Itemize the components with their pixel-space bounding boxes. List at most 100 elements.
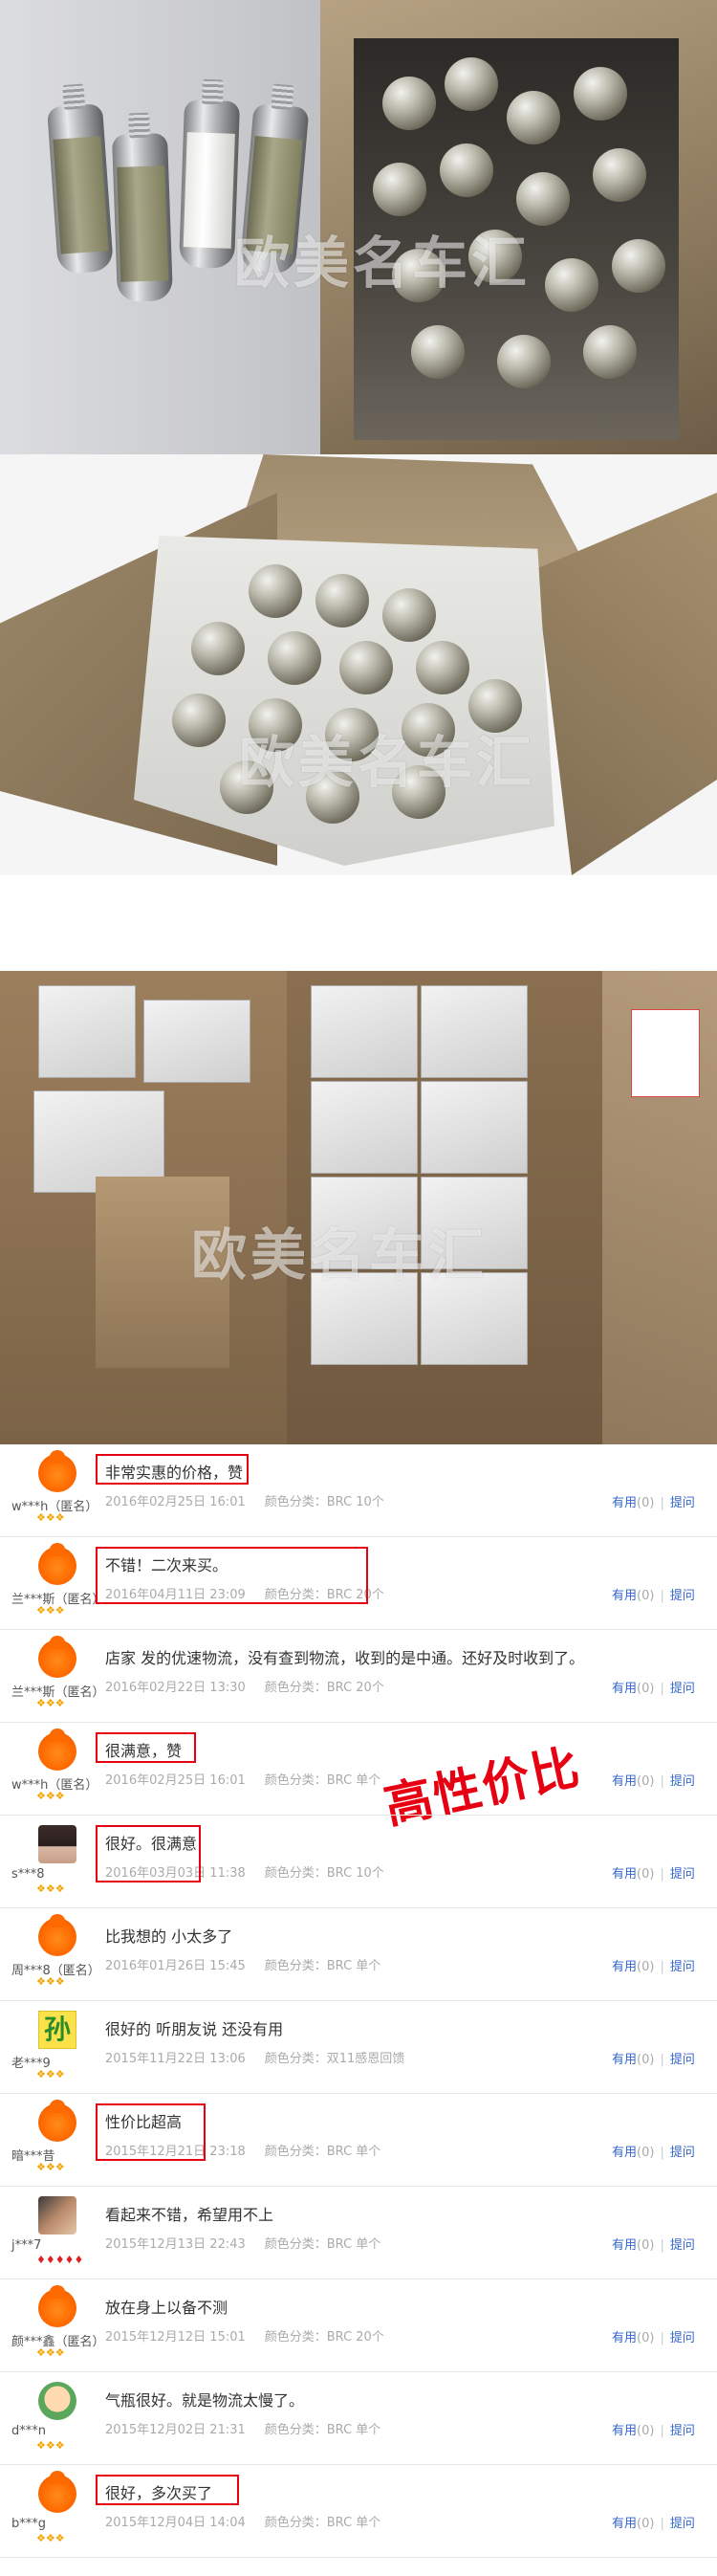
review-sku: 颜色分类：BRC 单个: [264, 1773, 381, 1788]
review-text: 比我想的 小太多了: [105, 1927, 233, 1946]
separator: |: [660, 1867, 664, 1882]
ask-button[interactable]: 提问: [670, 1496, 695, 1510]
product-photo-canisters: 欧美名车汇: [0, 0, 717, 454]
review-meta: 2016年02月25日 16:01 颜色分类：BRC 10个: [105, 1491, 384, 1509]
reviewer-level-icon: ❖❖❖: [36, 2068, 65, 2081]
avatar[interactable]: [38, 1636, 76, 1678]
review-sku: 颜色分类：BRC 10个: [264, 1495, 384, 1509]
product-photo-box-top: 欧美名车汇: [0, 454, 717, 875]
review-actions: 有用(0) | 提问: [612, 1585, 695, 1603]
avatar[interactable]: [38, 1450, 76, 1492]
white-box: [311, 1081, 418, 1174]
review-date: 2016年01月26日 15:45: [105, 1959, 246, 1973]
review-item: j***7 ♦♦♦♦♦ 看起来不错，希望用不上 2015年12月13日 22:43 颜色…: [0, 2187, 717, 2279]
avatar[interactable]: [38, 1825, 76, 1863]
ask-button[interactable]: 提问: [670, 2331, 695, 2345]
separator: |: [660, 1960, 664, 1974]
ask-button[interactable]: 提问: [670, 1682, 695, 1696]
ask-button[interactable]: 提问: [670, 1589, 695, 1603]
review-meta: 2015年12月02日 21:31 颜色分类：BRC 单个: [105, 2419, 380, 2437]
useful-count: (0): [637, 2517, 655, 2531]
review-sku: 颜色分类：BRC 10个: [264, 1866, 384, 1881]
review-item: d***n ❖❖❖ 气瓶很好。就是物流太慢了。 2015年12月02日 21:31 颜色…: [0, 2372, 717, 2465]
highlight-box: [96, 1547, 368, 1604]
review-sku: 颜色分类：BRC 单个: [264, 2516, 381, 2530]
review-sku: 颜色分类：BRC 单个: [264, 1959, 381, 1973]
useful-button[interactable]: 有用: [612, 1589, 637, 1603]
review-meta: 2015年12月12日 15:01 颜色分类：BRC 20个: [105, 2326, 384, 2345]
reviewer-name: b***g: [11, 2517, 47, 2531]
review-actions: 有用(0) | 提问: [612, 2420, 695, 2438]
useful-button[interactable]: 有用: [612, 2053, 637, 2067]
avatar[interactable]: [38, 1728, 76, 1771]
highlight-box: [96, 2475, 239, 2505]
review-item: s***8 ❖❖❖ 很好。很满意 2016年03月03日 11:38 颜色分类：BRC …: [0, 1816, 717, 1908]
avatar[interactable]: [38, 2100, 76, 2142]
ask-button[interactable]: 提问: [670, 2424, 695, 2438]
useful-count: (0): [637, 2053, 655, 2067]
useful-count: (0): [637, 2424, 655, 2438]
ask-button[interactable]: 提问: [670, 1960, 695, 1974]
useful-button[interactable]: 有用: [612, 1867, 637, 1882]
watermark: 欧美名车汇: [234, 231, 532, 296]
useful-button[interactable]: 有用: [612, 2517, 637, 2531]
useful-button[interactable]: 有用: [612, 1682, 637, 1696]
review-date: 2015年12月13日 22:43: [105, 2237, 246, 2252]
review-date: 2016年02月22日 13:30: [105, 1681, 246, 1695]
watermark: 欧美名车汇: [191, 1222, 489, 1288]
review-item: 孙老***9 ❖❖❖ 很好的 听朋友说 还没有用 2015年11月22日 13:06 颜…: [0, 2001, 717, 2094]
useful-count: (0): [637, 1867, 655, 1882]
avatar[interactable]: 孙: [38, 2011, 76, 2049]
review-actions: 有用(0) | 提问: [612, 2327, 695, 2345]
ask-button[interactable]: 提问: [670, 2517, 695, 2531]
review-text: 放在身上以备不测: [105, 2299, 228, 2317]
review-text: 店家 发的优速物流，没有查到物流，收到的是中通。还好及时收到了。: [105, 1649, 585, 1667]
useful-count: (0): [637, 1682, 655, 1696]
ask-button[interactable]: 提问: [670, 1867, 695, 1882]
reviewer-level-icon: ❖❖❖: [36, 1697, 65, 1709]
useful-button[interactable]: 有用: [612, 2238, 637, 2253]
reviewer-level-icon: ❖❖❖: [36, 1511, 65, 1524]
review-item: 兰***斯（匿名） ❖❖❖ 店家 发的优速物流，没有查到物流，收到的是中通。还好及时…: [0, 1630, 717, 1723]
reviewer-level-icon: ♦♦♦♦♦: [36, 2254, 84, 2266]
white-box: [143, 1000, 250, 1083]
white-box: [38, 985, 136, 1078]
useful-button[interactable]: 有用: [612, 2331, 637, 2345]
review-item: b***g ❖❖❖ 很好，多次买了 2015年12月04日 14:04 颜色分类：BRC…: [0, 2465, 717, 2558]
review-item: 暗***昔 ❖❖❖ 性价比超高 2015年12月21日 23:18 颜色分类：BRC 单…: [0, 2094, 717, 2187]
review-date: 2016年02月25日 16:01: [105, 1773, 246, 1788]
review-date: 2015年12月02日 21:31: [105, 2423, 246, 2437]
highlight-box: [96, 1454, 249, 1485]
ask-button[interactable]: 提问: [670, 2053, 695, 2067]
avatar[interactable]: [38, 1543, 76, 1585]
useful-button[interactable]: 有用: [612, 1960, 637, 1974]
review-date: 2015年12月12日 15:01: [105, 2330, 246, 2345]
useful-button[interactable]: 有用: [612, 2424, 637, 2438]
highlight-box: [96, 1825, 201, 1882]
review-text: 气瓶很好。就是物流太慢了。: [105, 2391, 305, 2410]
reviewer-name: j***7: [11, 2238, 42, 2253]
review-item: 周***8（匿名） ❖❖❖ 比我想的 小太多了 2016年01月26日 15:45 颜色…: [0, 1908, 717, 2001]
review-item: 兰***斯（匿名） ❖❖❖ 不错！二次来买。 2016年04月11日 23:09 颜色分…: [0, 1537, 717, 1630]
avatar[interactable]: [38, 1914, 76, 1956]
ask-button[interactable]: 提问: [670, 2146, 695, 2160]
useful-button[interactable]: 有用: [612, 2146, 637, 2160]
ask-button[interactable]: 提问: [670, 1774, 695, 1789]
separator: |: [660, 2146, 664, 2160]
avatar[interactable]: [38, 2196, 76, 2235]
avatar[interactable]: [38, 2471, 76, 2513]
review-meta: 2016年02月25日 16:01 颜色分类：BRC 单个: [105, 1770, 380, 1788]
separator: |: [660, 1774, 664, 1789]
co2-canister: [46, 83, 115, 275]
review-meta: 2015年11月22日 13:06 颜色分类：双11感恩回馈: [105, 2048, 404, 2066]
useful-button[interactable]: 有用: [612, 1496, 637, 1510]
useful-button[interactable]: 有用: [612, 1774, 637, 1789]
reviewer-level-icon: ❖❖❖: [36, 2346, 65, 2359]
product-photo-shipment: 欧美名车汇: [0, 971, 717, 1444]
review-sku: 颜色分类：双11感恩回馈: [264, 2052, 405, 2066]
avatar[interactable]: [38, 2382, 76, 2420]
ask-button[interactable]: 提问: [670, 2238, 695, 2253]
review-actions: 有用(0) | 提问: [612, 2513, 695, 2531]
avatar[interactable]: [38, 2285, 76, 2327]
review-actions: 有用(0) | 提问: [612, 1492, 695, 1510]
